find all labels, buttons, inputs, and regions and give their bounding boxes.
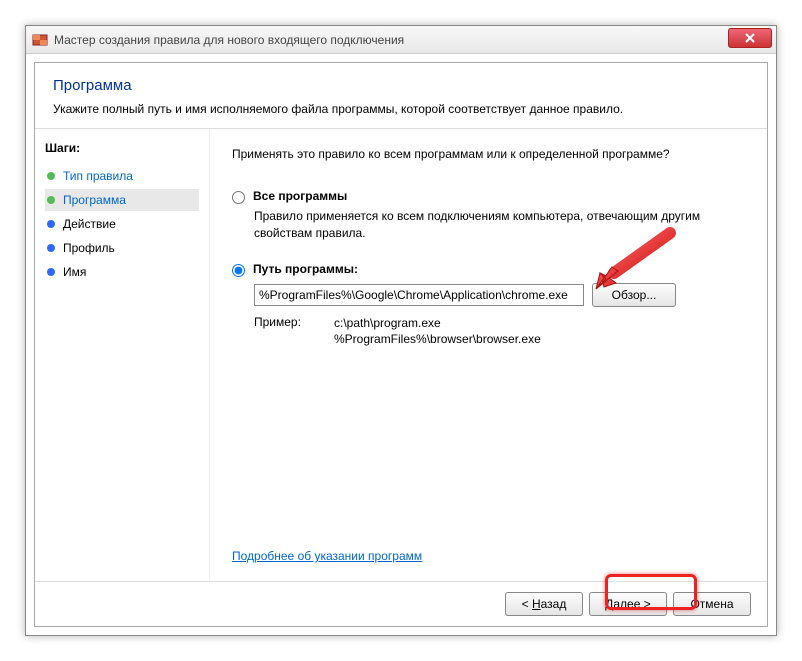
example-label: Пример: bbox=[254, 315, 334, 349]
radio-path-label: Путь программы: bbox=[253, 262, 358, 276]
page-description: Укажите полный путь и имя исполняемого ф… bbox=[53, 102, 749, 116]
steps-heading: Шаги: bbox=[45, 141, 199, 155]
main-panel: Применять это правило ко всем программам… bbox=[210, 129, 767, 581]
close-button[interactable] bbox=[728, 28, 772, 48]
dialog-window: Мастер создания правила для нового входя… bbox=[25, 25, 777, 636]
back-button[interactable]: < Назад bbox=[505, 592, 583, 616]
radio-all-label: Все программы bbox=[253, 189, 347, 203]
learn-more-link[interactable]: Подробнее об указании программ bbox=[232, 549, 745, 563]
radio-all-programs[interactable] bbox=[232, 191, 245, 204]
title-bar: Мастер создания правила для нового входя… bbox=[26, 26, 776, 54]
example-row: Пример: c:\path\program.exe %ProgramFile… bbox=[254, 315, 745, 349]
option-program-path: Путь программы: Обзор... Пример: c:\path… bbox=[232, 262, 745, 349]
close-icon bbox=[745, 33, 755, 43]
header-section: Программа Укажите полный путь и имя испо… bbox=[35, 63, 767, 129]
radio-path-row[interactable]: Путь программы: bbox=[232, 262, 745, 277]
body-section: Шаги: Тип правила Программа Действие Про… bbox=[35, 129, 767, 581]
example-values: c:\path\program.exe %ProgramFiles%\brows… bbox=[334, 315, 541, 349]
page-title: Программа bbox=[53, 77, 749, 94]
bullet-icon bbox=[47, 196, 55, 204]
dialog-content: Программа Укажите полный путь и имя испо… bbox=[34, 62, 768, 627]
bullet-icon bbox=[47, 220, 55, 228]
footer-section: < Назад Далее > Отмена bbox=[35, 581, 767, 626]
radio-program-path[interactable] bbox=[232, 264, 245, 277]
step-rule-type[interactable]: Тип правила bbox=[45, 165, 199, 187]
example-value-1: c:\path\program.exe bbox=[334, 315, 541, 332]
cancel-button[interactable]: Отмена bbox=[673, 592, 751, 616]
step-action[interactable]: Действие bbox=[45, 213, 199, 235]
bullet-icon bbox=[47, 268, 55, 276]
steps-sidebar: Шаги: Тип правила Программа Действие Про… bbox=[35, 129, 210, 581]
bullet-icon bbox=[47, 172, 55, 180]
example-value-2: %ProgramFiles%\browser\browser.exe bbox=[334, 331, 541, 348]
window-title: Мастер создания правила для нового входя… bbox=[54, 33, 404, 47]
step-program[interactable]: Программа bbox=[45, 189, 199, 211]
bullet-icon bbox=[47, 244, 55, 252]
option-all-programs: Все программы Правило применяется ко все… bbox=[232, 189, 745, 246]
step-name[interactable]: Имя bbox=[45, 261, 199, 283]
browse-button[interactable]: Обзор... bbox=[592, 283, 676, 307]
radio-all-description: Правило применяется ко всем подключениям… bbox=[254, 208, 745, 242]
program-path-input[interactable] bbox=[254, 284, 584, 306]
radio-all-row[interactable]: Все программы bbox=[232, 189, 745, 204]
path-row: Обзор... bbox=[254, 283, 745, 307]
question-text: Применять это правило ко всем программам… bbox=[232, 147, 745, 161]
next-button[interactable]: Далее > bbox=[589, 592, 667, 616]
step-profile[interactable]: Профиль bbox=[45, 237, 199, 259]
firewall-icon bbox=[32, 32, 48, 48]
